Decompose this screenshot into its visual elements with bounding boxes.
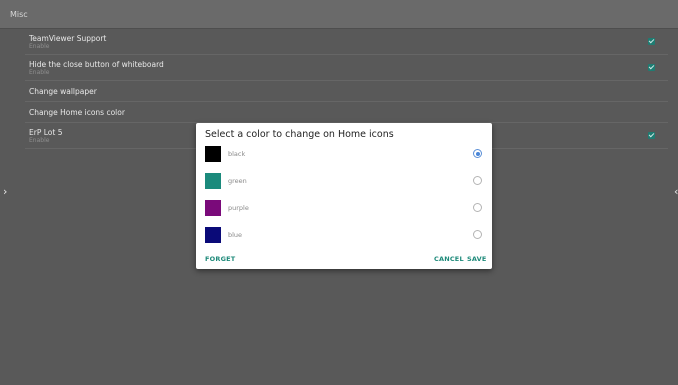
erp-checkbox[interactable]: [648, 132, 655, 139]
section-title: Misc: [10, 10, 28, 19]
color-option-purple[interactable]: purple: [196, 198, 492, 218]
setting-teamviewer-support[interactable]: TeamViewer Support Enable: [25, 29, 668, 55]
radio-button[interactable]: [473, 149, 482, 158]
color-swatch: [205, 200, 221, 216]
setting-subtitle: Enable: [29, 137, 50, 144]
color-option-black[interactable]: black: [196, 144, 492, 164]
radio-button[interactable]: [473, 230, 482, 239]
color-option-blue[interactable]: blue: [196, 225, 492, 245]
forget-button[interactable]: FORGET: [205, 255, 235, 263]
setting-change-wallpaper[interactable]: Change wallpaper: [25, 81, 668, 102]
setting-title: Change Home icons color: [29, 108, 125, 117]
radio-button[interactable]: [473, 203, 482, 212]
option-label: black: [228, 150, 246, 158]
setting-title: TeamViewer Support: [29, 34, 107, 43]
option-label: blue: [228, 231, 243, 239]
color-picker-dialog: Select a color to change on Home icons b…: [196, 123, 492, 269]
option-label: green: [228, 177, 247, 185]
setting-change-home-icons-color[interactable]: Change Home icons color: [25, 102, 668, 123]
option-label: purple: [228, 204, 249, 212]
section-header: Misc: [0, 0, 678, 29]
color-swatch: [205, 227, 221, 243]
cancel-button[interactable]: CANCEL: [434, 255, 464, 263]
radio-button[interactable]: [473, 176, 482, 185]
setting-subtitle: Enable: [29, 43, 50, 50]
setting-title: ErP Lot 5: [29, 128, 63, 137]
hide-close-checkbox[interactable]: [648, 64, 655, 71]
color-swatch: [205, 146, 221, 162]
setting-subtitle: Enable: [29, 69, 50, 76]
setting-title: Change wallpaper: [29, 87, 97, 96]
chevron-left-icon[interactable]: ‹: [674, 186, 678, 197]
dialog-title: Select a color to change on Home icons: [205, 129, 394, 140]
setting-title: Hide the close button of whiteboard: [29, 60, 164, 69]
chevron-right-icon[interactable]: ›: [3, 186, 7, 197]
save-button[interactable]: SAVE: [467, 255, 487, 263]
color-option-green[interactable]: green: [196, 171, 492, 191]
setting-hide-close-button[interactable]: Hide the close button of whiteboard Enab…: [25, 55, 668, 81]
color-swatch: [205, 173, 221, 189]
teamviewer-checkbox[interactable]: [648, 38, 655, 45]
